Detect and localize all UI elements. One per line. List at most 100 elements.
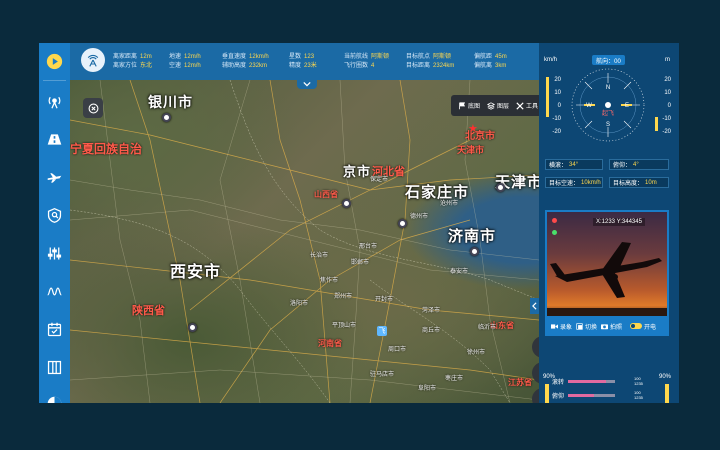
signal-button[interactable] — [39, 83, 70, 119]
city-marker[interactable] — [470, 247, 479, 256]
stat-ground-speed: 地速 12m/h — [169, 54, 201, 60]
stat-aux-altitude: 辅助高度 232km — [222, 63, 268, 69]
power-label: 开电 — [644, 324, 657, 331]
heading-readout: 航向：00 — [592, 55, 625, 65]
power-toggle[interactable] — [630, 323, 643, 329]
altitude-tick: 20 — [664, 77, 671, 83]
shield-search-icon — [47, 207, 62, 223]
flight-button[interactable] — [39, 159, 70, 195]
wave-button[interactable] — [39, 273, 70, 309]
pie-button[interactable] — [39, 385, 70, 403]
pitch-readout: 俯仰： 4° — [609, 159, 669, 170]
town-label: 洛阳市 — [290, 301, 309, 307]
topbar-collapse-button[interactable] — [297, 79, 317, 89]
stat-current-route: 当前航线 阿斯顿 — [344, 54, 390, 60]
pie-chart-icon — [47, 396, 62, 403]
stat-target-waypoint: 目标航点 阿斯顿 — [406, 54, 452, 60]
roll-gauge-number: 1235 — [634, 381, 643, 386]
city-marker[interactable] — [398, 219, 407, 228]
province-label: 天津市 — [457, 145, 485, 155]
globe-button[interactable] — [532, 362, 539, 384]
roll-gauge-label: 滚转 — [552, 380, 565, 386]
close-circle-icon — [88, 103, 98, 113]
play-icon — [46, 53, 63, 69]
uav-marker[interactable]: 飞 — [377, 326, 387, 336]
stat-yaw-offset: 偏航离 3km — [474, 63, 507, 69]
roll-gauge-track — [568, 380, 616, 383]
photo-label: 拍照 — [610, 324, 623, 331]
calendar-button[interactable] — [39, 311, 70, 347]
roll-readout: 横滚： 34° — [545, 159, 603, 170]
altitude-tick: -20 — [662, 129, 671, 135]
tools-label: 工具 — [526, 104, 539, 110]
city-marker[interactable] — [188, 323, 197, 332]
capital-star-icon: ★ — [468, 123, 478, 135]
airplane-silhouette — [547, 242, 667, 316]
shield-button[interactable] — [39, 197, 70, 233]
calendar-check-icon — [47, 322, 62, 336]
speed-tick: 20 — [554, 77, 561, 83]
record-button[interactable]: 录象 — [551, 322, 572, 331]
left-level-bar — [545, 384, 549, 403]
switch-button[interactable]: 切换 — [576, 322, 597, 331]
record-label: 录象 — [560, 324, 573, 331]
town-label: 保定市 — [370, 177, 389, 183]
speed-tape: 20 10 0 -10 -20 — [539, 69, 561, 141]
target-speed-readout: 目标空速： 10km/h — [545, 177, 603, 188]
stat-laps: 飞行圈数 4 — [344, 63, 375, 69]
panel-button[interactable] — [39, 349, 70, 385]
city-label: 西安市 — [170, 264, 222, 281]
basemap-label: 底图 — [468, 104, 481, 110]
stat-yaw-distance: 偏航距 45m — [474, 54, 507, 60]
town-label: 泰安市 — [450, 269, 469, 275]
camera-toolbar: 录象 切换 拍照 开电 — [547, 318, 667, 334]
telemetry-bar: 离家距离 12m 离家方位 东北 地速 12m/h 空速 12m/h 垂直速度 12km/… — [70, 43, 539, 80]
town-label: 徐州市 — [467, 350, 486, 356]
switch-label: 切换 — [585, 324, 598, 331]
map-toolbar: 底图 图层 工具 ▾ — [451, 95, 539, 116]
compass-north: N — [606, 85, 610, 91]
pitch-gauge-track — [568, 394, 616, 397]
pitch-gauge: 俯仰 — [552, 391, 616, 400]
speed-tick: -20 — [552, 129, 561, 135]
pitch-gauge-fill — [568, 394, 594, 397]
basemap-button[interactable]: 底图 — [458, 101, 480, 110]
stat-air-speed: 空速 12m/h — [169, 63, 201, 69]
uav-marker-label: 飞 — [378, 328, 386, 335]
photo-button[interactable]: 拍照 — [601, 322, 622, 331]
map-close-button[interactable] — [83, 98, 103, 118]
stat-satellites: 星数 123 — [289, 54, 315, 60]
town-label: 德州市 — [410, 214, 429, 220]
town-label: 邯郸市 — [351, 260, 370, 266]
stat-home-bearing: 离家方位 东北 — [113, 63, 153, 69]
compass-east: E — [625, 103, 629, 109]
camera-feed[interactable]: X:1233 Y:344345 — [547, 212, 667, 316]
runway-button[interactable] — [39, 121, 70, 157]
camera-coordinates: X:1233 Y:344345 — [593, 218, 645, 226]
town-label: 邢台市 — [359, 244, 378, 250]
home-button[interactable] — [532, 336, 539, 358]
mixer-button[interactable] — [39, 235, 70, 271]
town-label: 郑州市 — [334, 294, 353, 300]
signal-indicator — [552, 230, 557, 235]
city-marker[interactable] — [496, 183, 505, 192]
tools-dropdown[interactable]: 工具 ▾ — [516, 101, 539, 110]
flight-status: 起飞 — [602, 109, 614, 117]
province-label: 宁夏回族自治 — [70, 142, 143, 156]
map-pin-button[interactable] — [532, 388, 539, 403]
play-button[interactable] — [39, 43, 70, 79]
pitch-gauge-label: 俯仰 — [552, 394, 565, 400]
altitude-tick: -10 — [662, 116, 671, 122]
sliders-icon — [47, 247, 62, 259]
camera-icon — [601, 323, 609, 329]
map-view[interactable]: 银川市 宁夏回族自治 北京市 ★ 天津市 天津市 京市 河北省 石家庄市 山西省… — [70, 80, 539, 403]
antenna-logo-icon — [87, 54, 99, 67]
right-panel-toggle[interactable] — [530, 298, 539, 314]
province-label: 陕西省 — [132, 305, 165, 317]
altitude-tick: 10 — [664, 90, 671, 96]
city-marker[interactable] — [162, 113, 171, 122]
layers-button[interactable]: 图层 — [487, 101, 509, 110]
city-marker[interactable] — [342, 199, 351, 208]
columns-icon — [47, 360, 62, 374]
layers-icon — [487, 101, 496, 110]
